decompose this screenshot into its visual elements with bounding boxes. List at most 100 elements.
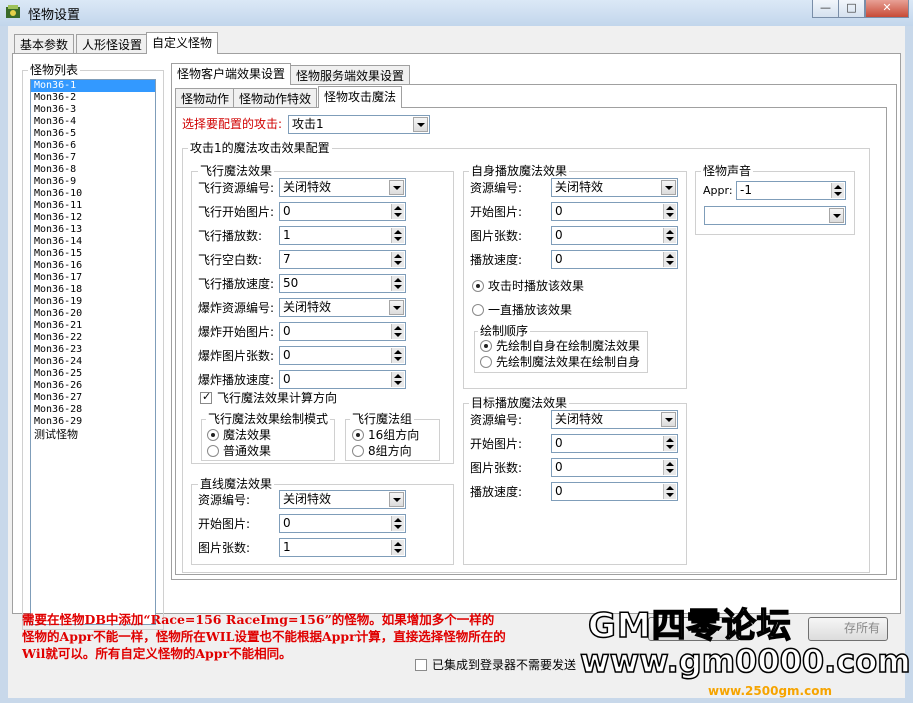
monster-list-item[interactable]: Mon36-18 — [31, 284, 155, 296]
boom-start-value: 0 — [283, 324, 291, 338]
self-start-label: 开始图片: — [470, 205, 523, 219]
maximize-button[interactable]: □ — [838, 0, 865, 18]
monster-list-item[interactable]: Mon36-29 — [31, 416, 155, 428]
monster-list-item[interactable]: Mon36-12 — [31, 212, 155, 224]
spin-arrows-icon[interactable] — [663, 252, 676, 267]
target-count-spinner[interactable]: 0 — [551, 458, 678, 477]
tab-basic[interactable]: 基本参数 — [14, 34, 75, 54]
boom-res-select[interactable]: 关闭特效 — [279, 298, 406, 317]
monster-list-item[interactable]: Mon36-28 — [31, 404, 155, 416]
spin-arrows-icon[interactable] — [663, 204, 676, 219]
close-button[interactable]: ✕ — [865, 0, 909, 18]
spin-arrows-icon[interactable] — [391, 276, 404, 291]
monster-list-item[interactable]: Mon36-4 — [31, 116, 155, 128]
spin-arrows-icon[interactable] — [391, 204, 404, 219]
monster-list-item[interactable]: Mon36-22 — [31, 332, 155, 344]
target-res-select[interactable]: 关闭特效 — [551, 410, 678, 429]
monster-list-item[interactable]: Mon36-26 — [31, 380, 155, 392]
tab-attack-magic[interactable]: 怪物攻击魔法 — [318, 86, 403, 108]
play-on-attack-radio[interactable] — [472, 280, 484, 292]
spin-arrows-icon[interactable] — [391, 228, 404, 243]
monster-list-item[interactable]: Mon36-27 — [31, 392, 155, 404]
monster-list-item[interactable]: Mon36-24 — [31, 356, 155, 368]
monster-list-item[interactable]: Mon36-19 — [31, 296, 155, 308]
monster-list-item[interactable]: Mon36-13 — [31, 224, 155, 236]
spin-arrows-icon[interactable] — [391, 372, 404, 387]
save-all-button[interactable]: 存所有 — [808, 617, 888, 641]
monster-list-item[interactable]: Mon36-16 — [31, 260, 155, 272]
straight-start-spinner[interactable]: 0 — [279, 514, 406, 533]
order-self-first-radio[interactable] — [480, 340, 492, 352]
monster-list-item[interactable]: Mon36-17 — [31, 272, 155, 284]
monster-listbox[interactable]: Mon36-1 Mon36-2 Mon36-3 Mon36-4 Mon36-5 Mon36… — [30, 79, 156, 625]
spin-arrows-icon[interactable] — [391, 516, 404, 531]
monster-list-item[interactable]: Mon36-7 — [31, 152, 155, 164]
draw-mode-normal-radio[interactable] — [207, 445, 219, 457]
boom-speed-spinner[interactable]: 0 — [279, 370, 406, 389]
spin-arrows-icon[interactable] — [831, 183, 844, 198]
tab-client-effect[interactable]: 怪物客户端效果设置 — [171, 63, 292, 85]
tab-monster-action[interactable]: 怪物动作 — [175, 88, 236, 108]
tab-custom-monster[interactable]: 自定义怪物 — [146, 32, 219, 54]
monster-list-item[interactable]: Mon36-6 — [31, 140, 155, 152]
monster-list-item[interactable]: Mon36-2 — [31, 92, 155, 104]
calc-direction-checkbox[interactable] — [200, 390, 212, 404]
window-title: 怪物设置 — [28, 8, 81, 23]
self-count-spinner[interactable]: 0 — [551, 226, 678, 245]
play-always-radio[interactable] — [472, 304, 484, 316]
group-16-radio[interactable] — [352, 429, 364, 441]
attack-select[interactable]: 攻击1 — [288, 115, 430, 134]
target-speed-spinner[interactable]: 0 — [551, 482, 678, 501]
tab-humanoid[interactable]: 人形怪设置 — [76, 34, 149, 54]
self-count-label: 图片张数: — [470, 229, 523, 243]
draw-mode-magic-radio[interactable] — [207, 429, 219, 441]
spin-arrows-icon[interactable] — [663, 436, 676, 451]
flight-blank-spinner[interactable]: 7 — [279, 250, 406, 269]
monster-list-item[interactable]: Mon36-23 — [31, 344, 155, 356]
flight-start-spinner[interactable]: 0 — [279, 202, 406, 221]
flight-res-select[interactable]: 关闭特效 — [279, 178, 406, 197]
self-speed-spinner[interactable]: 0 — [551, 250, 678, 269]
sound-select[interactable] — [704, 206, 846, 225]
spin-arrows-icon[interactable] — [391, 348, 404, 363]
tab-label: 人形怪设置 — [82, 38, 143, 52]
self-start-spinner[interactable]: 0 — [551, 202, 678, 221]
target-speed-label: 播放速度: — [470, 485, 523, 499]
flight-play-spinner[interactable]: 1 — [279, 226, 406, 245]
appr-spinner[interactable]: -1 — [736, 181, 846, 200]
group-8-radio[interactable] — [352, 445, 364, 457]
monster-list-item[interactable]: Mon36-21 — [31, 320, 155, 332]
monster-list-item[interactable]: Mon36-15 — [31, 248, 155, 260]
monster-list-item[interactable]: Mon36-25 — [31, 368, 155, 380]
minimize-button[interactable]: — — [812, 0, 839, 18]
monster-list-item[interactable]: Mon36-5 — [31, 128, 155, 140]
monster-list-item[interactable]: 测试怪物 — [31, 428, 155, 442]
integrated-checkbox[interactable] — [415, 659, 427, 671]
target-start-spinner[interactable]: 0 — [551, 434, 678, 453]
order-magic-first-radio[interactable] — [480, 356, 492, 368]
monster-list-item[interactable]: Mon36-8 — [31, 164, 155, 176]
boom-start-spinner[interactable]: 0 — [279, 322, 406, 341]
monster-list-item[interactable]: Mon36-10 — [31, 188, 155, 200]
self-res-select[interactable]: 关闭特效 — [551, 178, 678, 197]
monster-list-item[interactable]: Mon36-9 — [31, 176, 155, 188]
tab-server-effect[interactable]: 怪物服务端效果设置 — [290, 65, 411, 85]
calc-direction-label: 飞行魔法效果计算方向 — [217, 391, 338, 405]
monster-list-item[interactable]: Mon36-11 — [31, 200, 155, 212]
monster-list-item[interactable]: Mon36-20 — [31, 308, 155, 320]
monster-list-item[interactable]: Mon36-1 — [31, 80, 155, 92]
spin-arrows-icon[interactable] — [391, 540, 404, 555]
straight-count-spinner[interactable]: 1 — [279, 538, 406, 557]
spin-arrows-icon[interactable] — [391, 324, 404, 339]
spin-arrows-icon[interactable] — [663, 484, 676, 499]
spin-arrows-icon[interactable] — [663, 460, 676, 475]
monster-list-item[interactable]: Mon36-3 — [31, 104, 155, 116]
tab-action-effect[interactable]: 怪物动作特效 — [233, 88, 318, 108]
straight-start-value: 0 — [283, 516, 291, 530]
boom-count-spinner[interactable]: 0 — [279, 346, 406, 365]
straight-res-select[interactable]: 关闭特效 — [279, 490, 406, 509]
spin-arrows-icon[interactable] — [391, 252, 404, 267]
flight-speed-spinner[interactable]: 50 — [279, 274, 406, 293]
monster-list-item[interactable]: Mon36-14 — [31, 236, 155, 248]
spin-arrows-icon[interactable] — [663, 228, 676, 243]
